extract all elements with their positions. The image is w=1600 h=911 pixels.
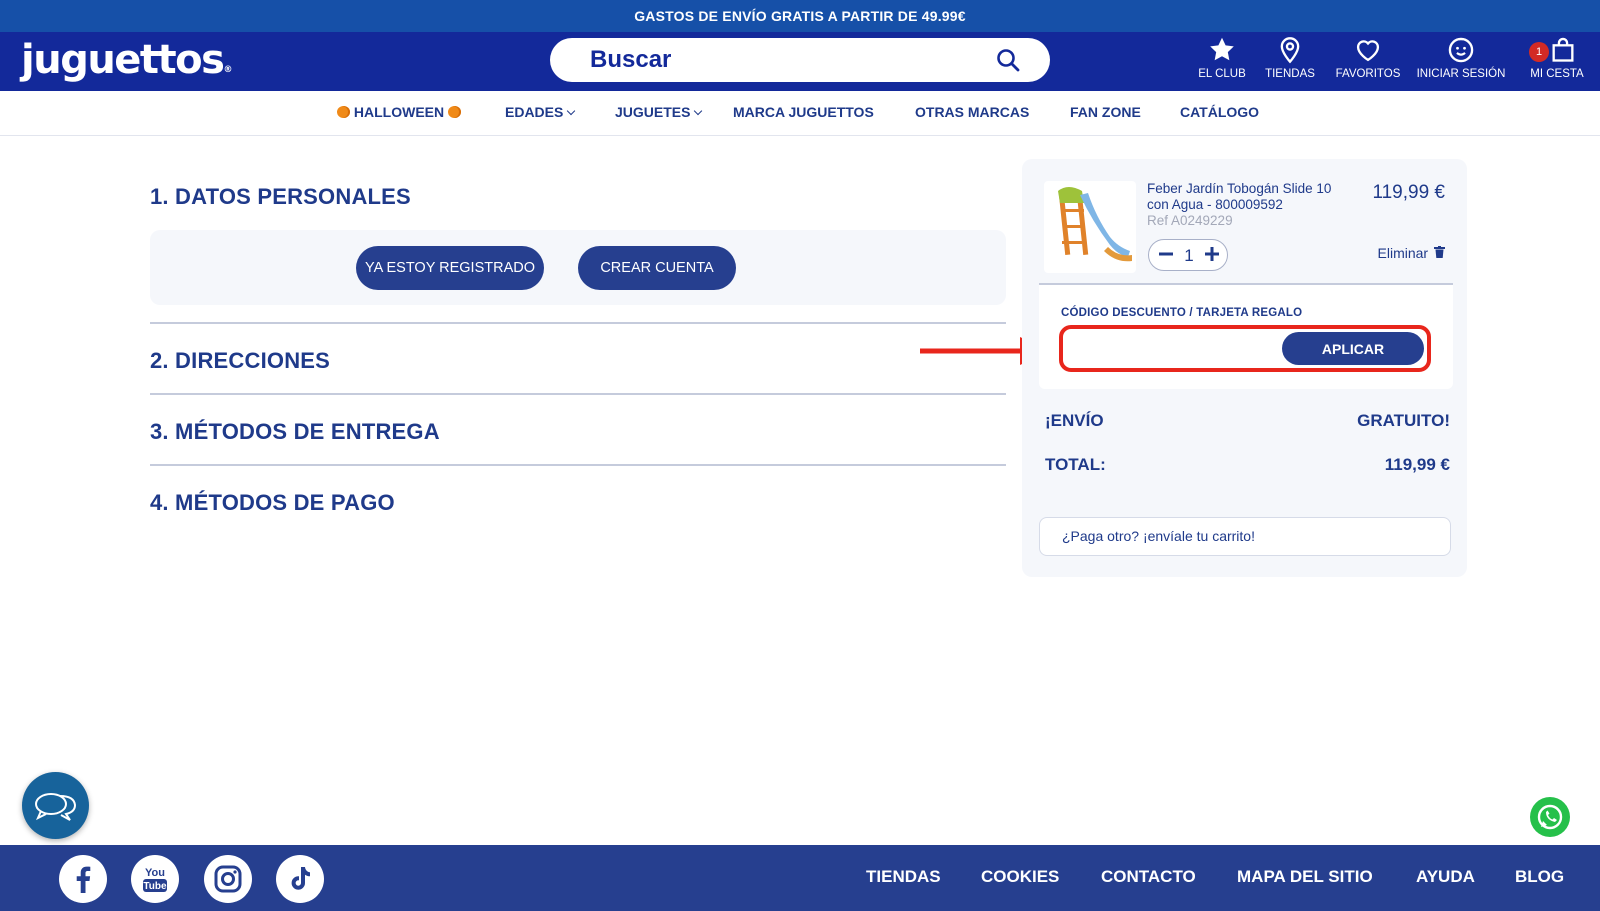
total-label: TOTAL: [1045, 455, 1106, 474]
location-pin-icon [1280, 37, 1300, 64]
total-value: 119,99 € [1384, 455, 1450, 474]
increase-quantity-button[interactable] [1201, 244, 1223, 266]
tiktok-icon [291, 867, 310, 890]
cart-count-badge: 1 [1529, 42, 1549, 62]
coupon-highlight: APLICAR [1059, 325, 1431, 372]
minus-icon [1159, 252, 1173, 256]
slide-toy-icon [1058, 187, 1132, 262]
header-club-label: EL CLUB [1198, 68, 1246, 80]
quantity-value[interactable]: 1 [1182, 246, 1196, 266]
header-stores-label: TIENDAS [1265, 68, 1315, 80]
footer-link-help[interactable]: AYUDA [1416, 867, 1475, 887]
logo-text: juguettos [21, 37, 225, 83]
nav-toys[interactable]: JUGUETES [615, 104, 703, 120]
section-divider [150, 322, 1006, 324]
whatsapp-icon [1537, 804, 1563, 830]
header-cart-label: MI CESTA [1530, 68, 1584, 80]
search-icon[interactable] [996, 48, 1020, 72]
total-row: TOTAL: 119,99 € [1045, 455, 1450, 475]
nav-halloween[interactable]: HALLOWEEN [337, 104, 461, 120]
search-bar [550, 38, 1050, 82]
footer-link-contact[interactable]: CONTACTO [1101, 867, 1196, 887]
chat-button[interactable] [22, 772, 89, 839]
coupon-label: CÓDIGO DESCUENTO / TARJETA REGALO [1061, 307, 1303, 319]
step-payment-methods[interactable]: 4. MÉTODOS DE PAGO [150, 490, 395, 516]
site-header: juguettos® EL CLUB TIENDAS FAVORITOS [0, 32, 1600, 91]
logo[interactable]: juguettos® [21, 36, 232, 84]
cart-summary-panel: Feber Jardín Tobogán Slide 10 con Agua -… [1022, 159, 1467, 577]
footer-link-blog[interactable]: BLOG [1515, 867, 1564, 887]
nav-catalog[interactable]: CATÁLOGO [1180, 104, 1259, 120]
instagram-icon [214, 865, 242, 893]
share-cart-button[interactable]: ¿Paga otro? ¡envíale tu carrito! [1039, 517, 1451, 556]
nav-fan-zone[interactable]: FAN ZONE [1070, 104, 1141, 120]
nav-ages[interactable]: EDADES [505, 104, 576, 120]
shipping-label: ¡ENVÍO [1045, 411, 1104, 430]
already-registered-button[interactable]: YA ESTOY REGISTRADO [356, 246, 544, 290]
header-club[interactable]: EL CLUB [1196, 36, 1248, 88]
nav-other-brands[interactable]: OTRAS MARCAS [915, 104, 1029, 120]
user-face-icon [1448, 37, 1474, 63]
nav-brand[interactable]: MARCA JUGUETTOS [733, 104, 874, 120]
step-addresses[interactable]: 2. DIRECCIONES [150, 348, 330, 374]
nav-halloween-label: HALLOWEEN [353, 104, 445, 120]
youtube-icon: You Tube [143, 867, 167, 892]
section-divider [150, 393, 1006, 395]
whatsapp-button[interactable] [1530, 797, 1570, 837]
remove-item-button[interactable]: Eliminar [1378, 245, 1445, 261]
plus-icon [1205, 247, 1219, 261]
footer-link-cookies[interactable]: COOKIES [981, 867, 1059, 887]
youtube-link[interactable]: You Tube [131, 855, 179, 903]
coupon-section: CÓDIGO DESCUENTO / TARJETA REGALO APLICA… [1039, 285, 1453, 389]
quantity-stepper: 1 [1148, 239, 1228, 271]
facebook-icon [76, 866, 91, 893]
create-account-button[interactable]: CREAR CUENTA [578, 246, 736, 290]
chevron-down-icon [567, 106, 576, 116]
chat-bubbles-icon [35, 793, 77, 821]
footer-link-sitemap[interactable]: MAPA DEL SITIO [1237, 867, 1373, 887]
site-footer: You Tube TIENDAS COOKIES CONTACTO MAPA D… [0, 845, 1600, 911]
remove-item-label: Eliminar [1377, 245, 1429, 261]
header-favorites[interactable]: FAVORITOS [1332, 36, 1404, 88]
pumpkin-icon [337, 106, 350, 118]
product-name[interactable]: Feber Jardín Tobogán Slide 10 con Agua -… [1147, 181, 1332, 213]
footer-link-stores[interactable]: TIENDAS [866, 867, 941, 887]
search-input[interactable] [590, 46, 980, 74]
section-divider [150, 464, 1006, 466]
logo-registered-mark: ® [223, 65, 233, 75]
nav-toys-label: JUGUETES [615, 104, 691, 120]
chevron-down-icon [694, 106, 703, 116]
nav-ages-label: EDADES [505, 104, 564, 120]
promo-banner: GASTOS DE ENVÍO GRATIS A PARTIR DE 49.99… [0, 0, 1600, 32]
youtube-tube-text: Tube [143, 881, 167, 892]
shipping-value: GRATUITO! [1357, 411, 1450, 430]
facebook-link[interactable] [59, 855, 107, 903]
product-image[interactable] [1044, 181, 1136, 273]
pumpkin-icon [448, 106, 461, 118]
header-favorites-label: FAVORITOS [1335, 68, 1401, 80]
tiktok-link[interactable] [276, 855, 324, 903]
header-stores[interactable]: TIENDAS [1262, 36, 1318, 88]
instagram-link[interactable] [204, 855, 252, 903]
category-nav: HALLOWEEN EDADES JUGUETES MARCA JUGUETTO… [0, 91, 1600, 136]
trash-icon [1434, 246, 1445, 258]
product-ref: Ref A0249229 [1147, 213, 1233, 228]
decrease-quantity-button[interactable] [1155, 244, 1177, 266]
star-icon [1210, 37, 1234, 61]
step-delivery-methods[interactable]: 3. MÉTODOS DE ENTREGA [150, 419, 440, 445]
header-cart[interactable]: MI CESTA 1 [1526, 36, 1588, 88]
product-price: 119,99 € [1372, 182, 1445, 203]
header-login-label: INICIAR SESIÓN [1416, 68, 1506, 80]
shipping-row: ¡ENVÍO GRATUITO! [1045, 411, 1450, 431]
shopping-bag-icon [1552, 37, 1574, 62]
header-login[interactable]: INICIAR SESIÓN [1412, 36, 1510, 88]
apply-coupon-button[interactable]: APLICAR [1282, 332, 1424, 365]
heart-icon [1356, 40, 1380, 62]
step-personal-data[interactable]: 1. DATOS PERSONALES [150, 184, 411, 210]
coupon-input[interactable] [1069, 333, 1279, 364]
youtube-you-text: You [145, 867, 165, 879]
